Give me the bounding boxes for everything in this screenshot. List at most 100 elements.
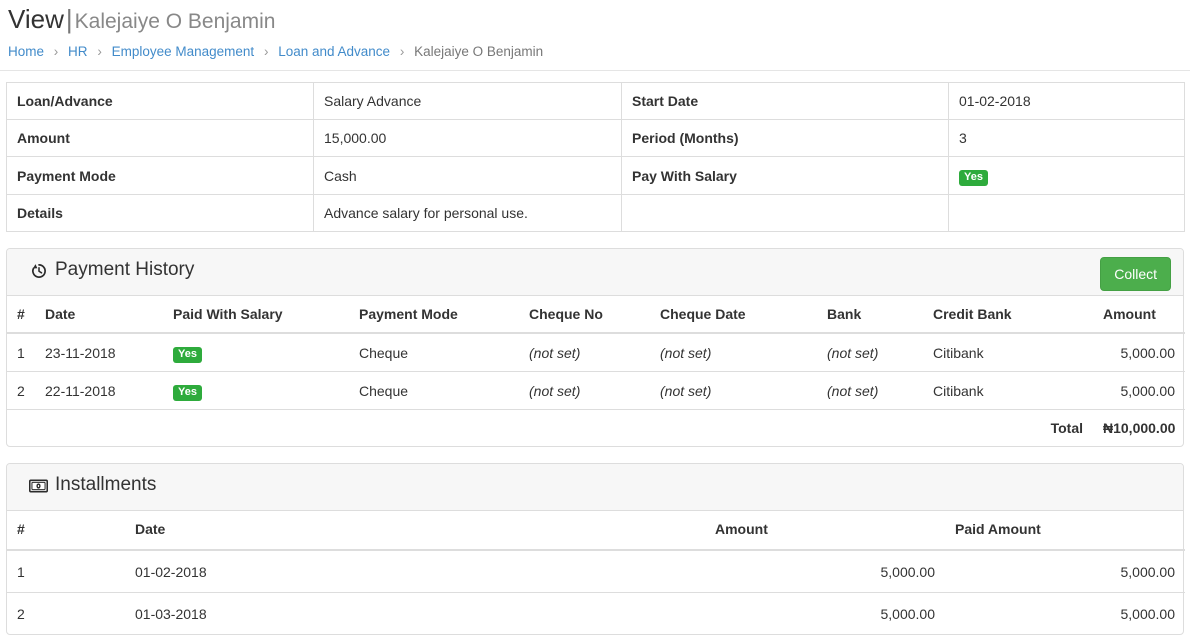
breadcrumb-item-home[interactable]: Home bbox=[8, 44, 44, 59]
detail-value-amount: 15,000.00 bbox=[313, 119, 622, 158]
installments-panel-heading: Installments bbox=[7, 464, 1183, 512]
column-header-index: # bbox=[7, 511, 125, 552]
breadcrumb-divider: › bbox=[399, 44, 405, 60]
cell-paid-with-salary: Yes bbox=[163, 333, 349, 372]
total-spacer bbox=[163, 409, 349, 447]
collect-button[interactable]: Collect bbox=[1100, 257, 1171, 292]
column-header-bank: Bank bbox=[817, 296, 923, 335]
page-title: View|Kalejaiye O Benjamin bbox=[0, 0, 1190, 35]
total-spacer bbox=[519, 409, 650, 447]
payment-history-title-text: Payment History bbox=[55, 259, 195, 281]
detail-label-start-date: Start Date bbox=[621, 82, 949, 121]
table-header-row: # Date Paid With Salary Payment Mode Che… bbox=[7, 296, 1185, 335]
payment-history-panel-heading: Payment History Collect bbox=[7, 249, 1183, 297]
page-title-main: View bbox=[8, 4, 64, 34]
installments-title-text: Installments bbox=[55, 474, 157, 496]
breadcrumb-item-employee-management[interactable]: Employee Management bbox=[112, 44, 255, 59]
cell-amount: 5,000.00 bbox=[705, 591, 945, 635]
installments-title: Installments bbox=[19, 474, 1171, 497]
payment-history-table: # Date Paid With Salary Payment Mode Che… bbox=[7, 296, 1185, 447]
cell-cheque-no: (not set) bbox=[529, 344, 581, 361]
column-header-cheque-date: Cheque Date bbox=[650, 296, 817, 335]
status-badge: Yes bbox=[173, 347, 202, 364]
page-header: View|Kalejaiye O Benjamin Home › HR › Em… bbox=[0, 0, 1190, 72]
detail-empty-cell bbox=[948, 194, 1185, 233]
table-row: Payment Mode Cash Pay With Salary Yes bbox=[6, 156, 1185, 196]
total-spacer bbox=[650, 409, 817, 447]
detail-value-loan-advance: Salary Advance bbox=[313, 82, 622, 121]
detail-label-period-months: Period (Months) bbox=[621, 119, 949, 158]
cell-date: 01-02-2018 bbox=[125, 549, 705, 593]
cell-paid-amount: 5,000.00 bbox=[945, 549, 1185, 593]
cell-amount: 5,000.00 bbox=[1093, 371, 1185, 410]
cell-bank: (not set) bbox=[817, 371, 923, 410]
cell-date: 01-03-2018 bbox=[125, 591, 705, 635]
payment-history-title: Payment History bbox=[19, 259, 1171, 282]
detail-value-pay-with-salary: Yes bbox=[948, 156, 1185, 196]
cell-paid-amount: 5,000.00 bbox=[945, 591, 1185, 635]
column-header-date: Date bbox=[125, 511, 705, 552]
total-label: Total bbox=[923, 409, 1093, 447]
cell-payment-mode: Cheque bbox=[359, 344, 409, 361]
breadcrumb-link-hr[interactable]: HR bbox=[68, 44, 88, 59]
cell-credit-bank: Citibank bbox=[923, 371, 1093, 410]
table-row: Amount 15,000.00 Period (Months) 3 bbox=[6, 119, 1185, 158]
page-title-separator: | bbox=[65, 4, 73, 34]
breadcrumb-item-loan-and-advance[interactable]: Loan and Advance bbox=[278, 44, 390, 59]
total-spacer bbox=[35, 409, 163, 447]
history-icon bbox=[29, 261, 48, 280]
loan-detail-table: Loan/Advance Salary Advance Start Date 0… bbox=[6, 82, 1185, 233]
breadcrumb-link-employee-management[interactable]: Employee Management bbox=[112, 44, 255, 59]
money-bill-icon bbox=[29, 476, 48, 495]
detail-label-loan-advance: Loan/Advance bbox=[6, 82, 314, 121]
breadcrumb: Home › HR › Employee Management › Loan a… bbox=[0, 35, 1190, 70]
table-row: Details Advance salary for personal use. bbox=[6, 194, 1185, 233]
installments-table: # Date Amount Paid Amount 1 01-02-2018 5… bbox=[7, 511, 1185, 635]
total-spacer bbox=[7, 409, 35, 447]
cell-date: 23-11-2018 bbox=[45, 344, 116, 361]
breadcrumb-divider: › bbox=[97, 44, 102, 60]
column-header-amount: Amount bbox=[1093, 296, 1185, 335]
installments-panel: Installments # Date Amount Paid Amount 1… bbox=[6, 463, 1185, 635]
cell-index: 1 bbox=[17, 344, 25, 361]
column-header-cheque-no: Cheque No bbox=[519, 296, 650, 335]
cell-amount: 5,000.00 bbox=[1120, 344, 1176, 361]
table-row: 2 22-11-2018 Yes Cheque (not set) (not s… bbox=[7, 371, 1185, 410]
detail-label-amount: Amount bbox=[6, 119, 314, 158]
status-badge: Yes bbox=[959, 170, 988, 187]
cell-index: 2 bbox=[7, 371, 35, 410]
breadcrumb-divider: › bbox=[53, 44, 59, 60]
cell-cheque-date: (not set) bbox=[660, 344, 712, 361]
page-root: View|Kalejaiye O Benjamin Home › HR › Em… bbox=[0, 0, 1190, 635]
cell-date: 22-11-2018 bbox=[35, 371, 163, 410]
cell-cheque-date: (not set) bbox=[650, 371, 817, 410]
column-header-index: # bbox=[7, 296, 35, 335]
total-spacer bbox=[817, 409, 923, 447]
table-row: Loan/Advance Salary Advance Start Date 0… bbox=[6, 82, 1185, 121]
breadcrumb-item-current: Kalejaiye O Benjamin bbox=[414, 44, 544, 60]
detail-value-period-months: 3 bbox=[948, 119, 1185, 158]
detail-label-pay-with-salary: Pay With Salary bbox=[621, 156, 949, 196]
breadcrumb-link-home[interactable]: Home bbox=[8, 44, 44, 59]
table-row: 1 23-11-2018 Yes Cheque (not set) (not s… bbox=[7, 333, 1185, 372]
page-title-subject: Kalejaiye O Benjamin bbox=[74, 10, 276, 33]
column-header-date: Date bbox=[35, 296, 163, 335]
column-header-credit-bank: Credit Bank bbox=[923, 296, 1093, 335]
total-spacer bbox=[349, 409, 519, 447]
table-total-row: Total ₦10,000.00 bbox=[7, 409, 1185, 447]
payment-history-panel: Payment History Collect # Date Paid With… bbox=[6, 248, 1185, 448]
detail-empty-cell bbox=[621, 194, 949, 233]
cell-index: 2 bbox=[7, 591, 125, 635]
breadcrumb-divider: › bbox=[263, 44, 269, 60]
table-row: 1 01-02-2018 5,000.00 5,000.00 bbox=[7, 549, 1185, 593]
total-amount: ₦10,000.00 bbox=[1093, 409, 1185, 447]
cell-credit-bank: Citibank bbox=[933, 344, 984, 361]
detail-label-details: Details bbox=[6, 194, 314, 233]
cell-payment-mode: Cheque bbox=[349, 371, 519, 410]
table-header-row: # Date Amount Paid Amount bbox=[7, 511, 1185, 552]
header-divider bbox=[0, 70, 1190, 72]
breadcrumb-link-loan-and-advance[interactable]: Loan and Advance bbox=[278, 44, 390, 59]
status-badge: Yes bbox=[173, 385, 202, 402]
breadcrumb-item-hr[interactable]: HR bbox=[68, 44, 88, 59]
cell-index: 1 bbox=[7, 549, 125, 593]
